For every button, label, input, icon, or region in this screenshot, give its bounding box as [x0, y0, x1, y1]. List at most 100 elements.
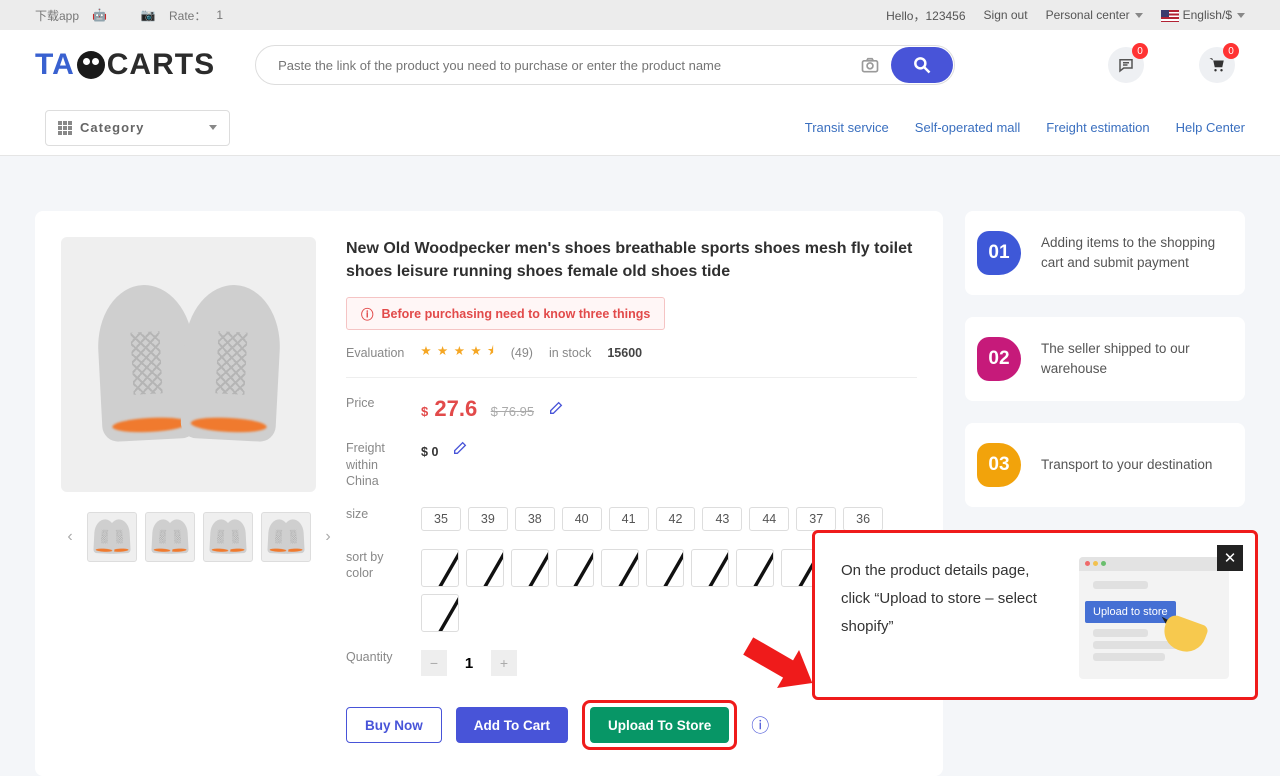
stock-value: 15600: [607, 346, 642, 360]
qty-decrement[interactable]: −: [421, 650, 447, 676]
price-old: $ 76.95: [491, 404, 534, 419]
callout-upload-button: Upload to store: [1085, 601, 1176, 623]
message-icon: [1117, 56, 1135, 74]
price-now: 27.6: [434, 396, 477, 421]
nav-link-freight[interactable]: Freight estimation: [1046, 120, 1149, 135]
size-chips: 35 39 38 40 41 42 43 44 37 36: [421, 507, 917, 531]
nav-link-transit[interactable]: Transit service: [805, 120, 889, 135]
nav-row: Category Transit service Self-operated m…: [0, 100, 1280, 156]
size-chip[interactable]: 44: [749, 507, 789, 531]
size-chip[interactable]: 35: [421, 507, 461, 531]
thumb[interactable]: [261, 512, 311, 562]
onboarding-callout: On the product details page, click “Uplo…: [812, 530, 1258, 700]
size-chip[interactable]: 41: [609, 507, 649, 531]
size-chip[interactable]: 43: [702, 507, 742, 531]
step-number: 03: [977, 443, 1021, 487]
thumb[interactable]: [203, 512, 253, 562]
nav-link-mall[interactable]: Self-operated mall: [915, 120, 1021, 135]
step-number: 01: [977, 231, 1021, 275]
us-flag-icon: [1161, 10, 1179, 22]
step-text: The seller shipped to our warehouse: [1041, 339, 1223, 378]
purchase-notice[interactable]: ⓘ Before purchasing need to know three t…: [346, 297, 665, 330]
qty-increment[interactable]: +: [491, 650, 517, 676]
color-swatch[interactable]: [646, 549, 684, 587]
size-chip[interactable]: 39: [468, 507, 508, 531]
color-swatch[interactable]: [691, 549, 729, 587]
color-swatch[interactable]: [736, 549, 774, 587]
upload-highlight: Upload To Store: [582, 700, 737, 750]
download-app-link[interactable]: 下载app: [35, 9, 79, 23]
personal-center-link[interactable]: Personal center: [1046, 8, 1143, 22]
main-image[interactable]: [61, 237, 316, 492]
image-search-icon[interactable]: [860, 55, 880, 75]
gallery: ‹ ›: [61, 237, 316, 750]
chevron-down-icon: [1237, 13, 1245, 18]
callout-text: On the product details page, click “Uplo…: [841, 557, 1057, 640]
search-bar: [255, 45, 955, 85]
mascot-icon: [77, 51, 105, 79]
rate-value: 1: [216, 8, 223, 22]
quantity-label: Quantity: [346, 650, 411, 664]
header: TACARTS 0 0: [0, 30, 1280, 100]
step-text: Adding items to the shopping cart and su…: [1041, 233, 1223, 272]
color-label: sort by color: [346, 549, 411, 582]
edit-price-icon[interactable]: [548, 400, 564, 416]
hello-label: Hello，: [886, 9, 925, 23]
step-text: Transport to your destination: [1041, 455, 1212, 475]
size-chip[interactable]: 36: [843, 507, 883, 531]
messages-badge: 0: [1132, 43, 1148, 59]
thumb[interactable]: [87, 512, 137, 562]
grid-icon: [58, 121, 72, 135]
logo[interactable]: TACARTS: [35, 48, 215, 82]
lang-currency-picker[interactable]: English/$: [1161, 8, 1245, 22]
size-chip[interactable]: 37: [796, 507, 836, 531]
color-swatch[interactable]: [601, 549, 639, 587]
step-2: 02 The seller shipped to our warehouse: [965, 317, 1245, 401]
stars-icon: ★ ★ ★ ★ ⯨: [420, 342, 494, 363]
nav-links: Transit service Self-operated mall Freig…: [805, 120, 1245, 135]
color-swatch[interactable]: [421, 549, 459, 587]
size-chip[interactable]: 42: [656, 507, 696, 531]
cart-button[interactable]: 0: [1199, 47, 1235, 83]
signout-link[interactable]: Sign out: [984, 8, 1028, 22]
upload-help-icon[interactable]: ⓘ: [751, 712, 769, 738]
user-name: 123456: [925, 9, 965, 23]
size-label: size: [346, 507, 411, 521]
cart-icon: [1208, 56, 1226, 74]
callout-illustration: Upload to store: [1079, 557, 1229, 679]
upload-to-store-button[interactable]: Upload To Store: [590, 707, 729, 743]
color-swatch[interactable]: [511, 549, 549, 587]
stock-label: in stock: [549, 346, 591, 360]
product-title: New Old Woodpecker men's shoes breathabl…: [346, 237, 917, 283]
freight-label: Freight within China: [346, 440, 411, 489]
price-label: Price: [346, 396, 411, 410]
size-chip[interactable]: 40: [562, 507, 602, 531]
chevron-down-icon: [1135, 13, 1143, 18]
thumb[interactable]: [145, 512, 195, 562]
camera-rate-icon: 📷: [141, 8, 156, 22]
add-to-cart-button[interactable]: Add To Cart: [456, 707, 568, 743]
messages-button[interactable]: 0: [1108, 47, 1144, 83]
nav-link-help[interactable]: Help Center: [1176, 120, 1245, 135]
thumb-next[interactable]: ›: [319, 528, 337, 546]
freight-value: 0: [431, 445, 438, 459]
search-input[interactable]: [255, 45, 955, 85]
color-swatch[interactable]: [421, 594, 459, 632]
evaluation-label: Evaluation: [346, 346, 404, 360]
close-callout-button[interactable]: ✕: [1217, 545, 1243, 571]
step-1: 01 Adding items to the shopping cart and…: [965, 211, 1245, 295]
step-number: 02: [977, 337, 1021, 381]
rate-label: Rate：: [169, 9, 206, 23]
search-button[interactable]: [891, 47, 953, 83]
color-swatch[interactable]: [466, 549, 504, 587]
qty-input[interactable]: [447, 650, 491, 676]
info-icon: ⓘ: [361, 304, 374, 323]
size-chip[interactable]: 38: [515, 507, 555, 531]
thumb-prev[interactable]: ‹: [61, 528, 79, 546]
buy-now-button[interactable]: Buy Now: [346, 707, 442, 743]
edit-freight-icon[interactable]: [452, 440, 468, 456]
category-dropdown[interactable]: Category: [45, 110, 230, 146]
top-utility-bar: 下载app 🤖 📷 Rate： 1 Hello，123456 Sign out P…: [0, 0, 1280, 30]
color-swatch[interactable]: [556, 549, 594, 587]
android-icon[interactable]: 🤖: [92, 8, 107, 22]
